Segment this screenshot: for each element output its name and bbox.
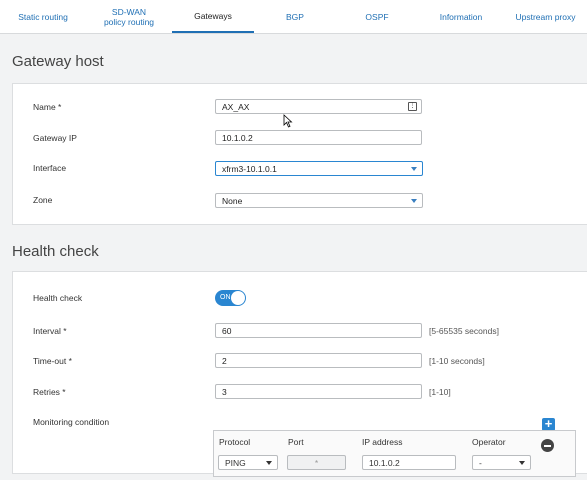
tab-upstream-proxy[interactable]: Upstream proxy xyxy=(504,0,587,33)
tab-gateways[interactable]: Gateways xyxy=(172,0,254,33)
col-protocol: Protocol xyxy=(219,437,251,447)
chevron-down-icon xyxy=(266,461,272,465)
health-check-title: Health check xyxy=(12,243,99,260)
name-label: Name * xyxy=(33,102,62,112)
gateway-host-card: Name * ⋮ Gateway IP Interface xfrm3-10.1… xyxy=(12,83,587,225)
tab-static-routing[interactable]: Static routing xyxy=(0,0,86,33)
tab-ospf[interactable]: OSPF xyxy=(336,0,418,33)
protocol-select[interactable]: PING xyxy=(218,455,278,470)
remove-icon[interactable] xyxy=(541,439,554,452)
timeout-hint: [1-10 seconds] xyxy=(429,356,485,366)
toggle-state: ON xyxy=(220,294,231,301)
gateway-ip-input[interactable] xyxy=(215,130,422,145)
interface-label: Interface xyxy=(33,163,67,173)
toggle-knob xyxy=(231,291,245,305)
interval-label: Interval * xyxy=(33,326,67,336)
keyboard-icon[interactable]: ⋮ xyxy=(408,102,417,111)
ip-address-value: 10.1.0.2 xyxy=(369,457,400,468)
name-input[interactable] xyxy=(215,99,422,114)
health-check-label: Health check xyxy=(33,293,83,303)
interface-select[interactable]: xfrm3-10.1.0.1 xyxy=(215,161,423,176)
retries-hint: [1-10] xyxy=(429,387,451,397)
interface-value: xfrm3-10.1.0.1 xyxy=(222,163,277,174)
zone-label: Zone xyxy=(33,195,53,205)
col-port: Port xyxy=(288,437,304,447)
timeout-label: Time-out * xyxy=(33,356,72,366)
col-operator: Operator xyxy=(472,437,506,447)
col-ip-address: IP address xyxy=(362,437,403,447)
mouse-cursor-icon xyxy=(283,114,293,128)
tab-bar: Static routing SD-WAN policy routing Gat… xyxy=(0,0,587,34)
interval-input[interactable] xyxy=(215,323,422,338)
monitoring-condition-label: Monitoring condition xyxy=(33,417,110,427)
tab-sdwan-policy-routing[interactable]: SD-WAN policy routing xyxy=(86,0,172,33)
port-value: * xyxy=(314,457,319,468)
gateway-host-title: Gateway host xyxy=(12,53,104,70)
ip-address-input[interactable]: 10.1.0.2 xyxy=(362,455,456,470)
health-check-card: Health check ON Interval * [5-65535 seco… xyxy=(12,271,587,477)
chevron-down-icon xyxy=(411,167,417,171)
interval-hint: [5-65535 seconds] xyxy=(429,326,499,336)
gateway-ip-label: Gateway IP xyxy=(33,133,77,143)
tab-information[interactable]: Information xyxy=(418,0,504,33)
operator-select[interactable]: - xyxy=(472,455,531,470)
zone-value: None xyxy=(222,195,243,206)
zone-select[interactable]: None xyxy=(215,193,423,208)
retries-input[interactable] xyxy=(215,384,422,399)
protocol-value: PING xyxy=(225,457,246,468)
health-check-toggle[interactable]: ON xyxy=(215,290,246,306)
chevron-down-icon xyxy=(411,199,417,203)
tab-bgp[interactable]: BGP xyxy=(254,0,336,33)
monitoring-table: Protocol Port IP address Operator PING *… xyxy=(213,430,576,477)
port-input: * xyxy=(287,455,346,470)
chevron-down-icon xyxy=(519,461,525,465)
operator-value: - xyxy=(479,457,482,468)
timeout-input[interactable] xyxy=(215,353,422,368)
retries-label: Retries * xyxy=(33,387,66,397)
